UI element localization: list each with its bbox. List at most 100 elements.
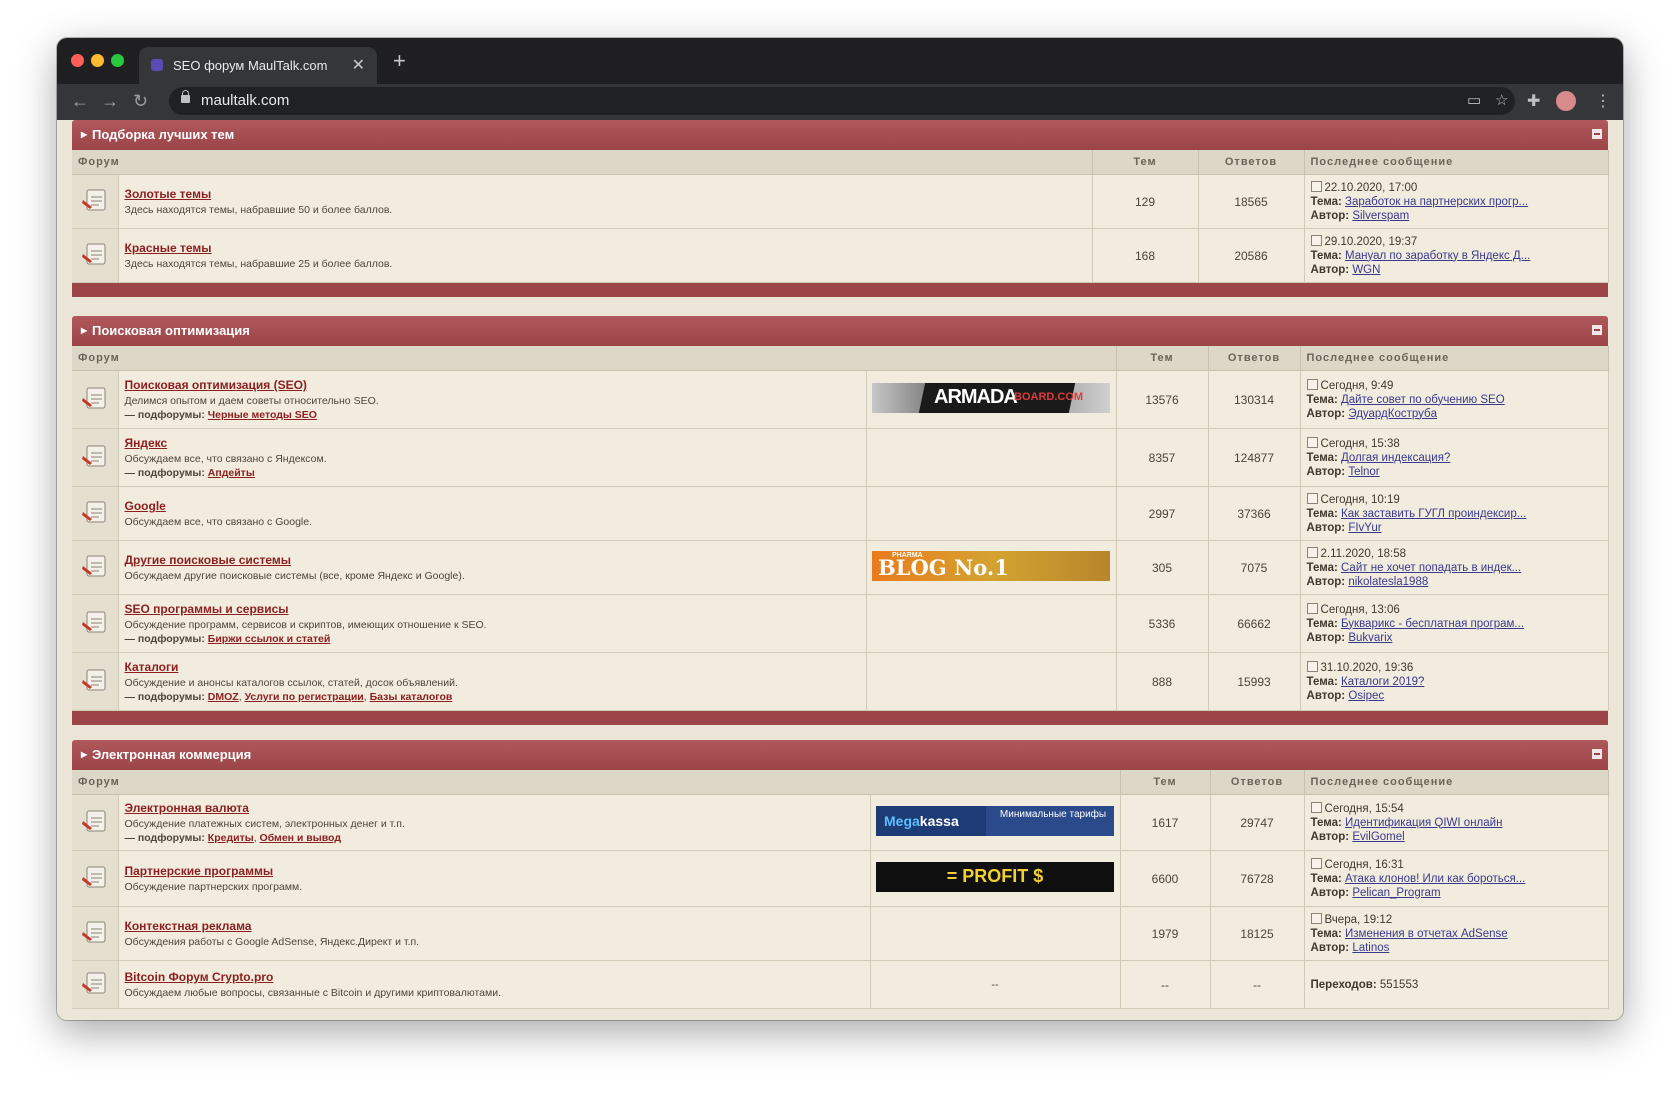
- last-topic-link[interactable]: Мануал по заработку в Яндекс Д...: [1345, 250, 1530, 262]
- subforum-link[interactable]: Биржи ссылок и статей: [208, 633, 331, 645]
- forum-read-icon: [80, 862, 110, 892]
- collapse-icon[interactable]: [1592, 325, 1602, 335]
- category-footer: [72, 283, 1608, 297]
- replies-count: 76728: [1210, 850, 1305, 907]
- subforum-link[interactable]: Обмен и вывод: [260, 832, 341, 844]
- last-author-link[interactable]: Silverspam: [1352, 210, 1409, 222]
- last-topic-link[interactable]: Как заставить ГУГЛ проиндексир...: [1341, 508, 1526, 520]
- bookmark-star-icon[interactable]: ☆: [1495, 87, 1508, 115]
- last-author-link[interactable]: Latinos: [1352, 942, 1389, 954]
- last-author-link[interactable]: Osipec: [1348, 690, 1384, 702]
- forum-link[interactable]: Электронная валюта: [125, 801, 864, 815]
- collapse-icon[interactable]: [1592, 129, 1602, 139]
- last-topic-link[interactable]: Каталоги 2019?: [1341, 676, 1424, 688]
- forum-link[interactable]: Золотые темы: [125, 187, 1086, 201]
- subforum-link[interactable]: Кредиты: [208, 832, 254, 844]
- last-author-link[interactable]: Telnor: [1348, 466, 1379, 478]
- forum-status-cell: [72, 850, 119, 907]
- forum-read-icon: [80, 665, 110, 695]
- pharma-blog-banner[interactable]: PHARMA BLOG No.1: [872, 551, 1110, 581]
- last-post-icon[interactable]: [1310, 180, 1322, 192]
- last-topic-link[interactable]: Заработок на партнерских прогр...: [1345, 196, 1528, 208]
- last-topic-link[interactable]: Долгая индексация?: [1341, 452, 1450, 464]
- category-header[interactable]: ▶ Поисковая оптимизация: [72, 316, 1608, 346]
- subforum-link[interactable]: Апдейты: [208, 467, 255, 479]
- last-author-link[interactable]: ЭдуардКострубa: [1348, 408, 1437, 420]
- author-label: Автор:: [1310, 941, 1350, 954]
- forum-link[interactable]: Bitcoin Форум Crypto.pro: [125, 970, 864, 984]
- last-author-link[interactable]: WGN: [1352, 264, 1380, 276]
- last-post-icon[interactable]: [1306, 436, 1318, 448]
- maximize-window-button[interactable]: [111, 54, 124, 67]
- forum-link[interactable]: Контекстная реклама: [125, 919, 864, 933]
- minimize-window-button[interactable]: [91, 54, 104, 67]
- category-header[interactable]: ▶ Электронная коммерция: [72, 740, 1608, 770]
- last-topic-link[interactable]: Букварикс - бесплатная програм...: [1341, 618, 1524, 630]
- forum-link[interactable]: Партнерские программы: [125, 864, 864, 878]
- close-window-button[interactable]: [71, 54, 84, 67]
- forum-link[interactable]: Поисковая оптимизация (SEO): [125, 378, 860, 392]
- address-bar[interactable]: maultalk.com ▭ ☆: [169, 87, 1515, 115]
- subforum-link[interactable]: Базы каталогов: [370, 691, 453, 703]
- forum-description: Обсуждение программ, сервисов и скриптов…: [124, 619, 487, 631]
- browser-tab[interactable]: SEO форум MaulTalk.com ✕: [139, 47, 377, 84]
- last-post-cell: Сегодня, 13:06 Тема: Букварикс - бесплатн…: [1300, 594, 1609, 653]
- cast-icon[interactable]: ▭: [1467, 87, 1481, 115]
- banner-cell: Megakassa Минимальные тарифы: [870, 794, 1121, 851]
- category-header[interactable]: ▶ Подборка лучших тем: [72, 120, 1608, 150]
- extensions-icon[interactable]: ✚: [1527, 91, 1540, 111]
- forum-link[interactable]: Красные темы: [125, 241, 1086, 255]
- last-post-icon[interactable]: [1306, 546, 1318, 558]
- topics-count: 13576: [1116, 370, 1209, 429]
- last-author-link[interactable]: FIvYur: [1348, 522, 1381, 534]
- last-post-icon[interactable]: [1306, 378, 1318, 390]
- last-post-icon[interactable]: [1310, 801, 1322, 813]
- forum-link[interactable]: SEO программы и сервисы: [125, 602, 860, 616]
- armada-banner[interactable]: ARMADA BOARD.COM: [872, 383, 1110, 413]
- last-topic-link[interactable]: Дайте совет по обучению SEO: [1341, 394, 1505, 406]
- last-author-link[interactable]: EvilGomel: [1352, 831, 1404, 843]
- topic-label: Тема:: [1306, 561, 1338, 574]
- forum-info-cell: Google Обсуждаем все, что связано с Googl…: [118, 486, 867, 541]
- last-post-icon[interactable]: [1310, 857, 1322, 869]
- subforum-link[interactable]: Черные методы SEO: [208, 409, 317, 421]
- subforum-link[interactable]: DMOZ: [208, 691, 239, 703]
- forum-info-cell: Золотые темы Здесь находятся темы, набрав…: [118, 174, 1093, 229]
- banner-cell: [866, 652, 1117, 711]
- last-post-icon[interactable]: [1310, 234, 1322, 246]
- last-author-link[interactable]: Bukvarix: [1348, 632, 1392, 644]
- forum-read-icon: [80, 441, 110, 471]
- topics-count: 1979: [1120, 906, 1211, 961]
- subforums: — подфорумы: Черные методы SEO: [124, 409, 317, 421]
- last-post-icon[interactable]: [1306, 492, 1318, 504]
- forum-link[interactable]: Другие поисковые системы: [125, 553, 860, 567]
- collapse-icon[interactable]: [1592, 749, 1602, 759]
- reload-icon[interactable]: ↻: [133, 91, 148, 111]
- last-topic-link[interactable]: Атака клонов! Или как бороться...: [1345, 873, 1525, 885]
- category-footer: [72, 711, 1608, 725]
- last-author-link[interactable]: Pelican_Program: [1352, 887, 1440, 899]
- forward-icon[interactable]: →: [101, 91, 119, 111]
- forum-link[interactable]: Google: [125, 499, 860, 513]
- last-post-icon[interactable]: [1306, 660, 1318, 672]
- new-tab-button[interactable]: +: [393, 48, 406, 74]
- topic-label: Тема:: [1310, 249, 1342, 262]
- close-tab-icon[interactable]: ✕: [352, 47, 365, 84]
- forum-link[interactable]: Каталоги: [125, 660, 860, 674]
- lock-icon: [181, 90, 190, 103]
- last-topic-link[interactable]: Сайт не хочет попадать в индек...: [1341, 562, 1521, 574]
- subforum-link[interactable]: Услуги по регистрации: [245, 691, 364, 703]
- forum-status-cell: [72, 906, 119, 961]
- last-post-icon[interactable]: [1310, 912, 1322, 924]
- last-topic-link[interactable]: Идентификация QIWI онлайн: [1345, 817, 1502, 829]
- last-topic-link[interactable]: Изменения в отчетах AdSense: [1345, 928, 1508, 940]
- profile-avatar[interactable]: [1556, 91, 1576, 111]
- profit-banner[interactable]: = PROFIT $: [876, 862, 1114, 892]
- forum-description: Здесь находятся темы, набравшие 50 и бол…: [124, 204, 393, 216]
- last-post-icon[interactable]: [1306, 602, 1318, 614]
- last-author-link[interactable]: nikolatesla1988: [1348, 576, 1428, 588]
- megakassa-banner[interactable]: Megakassa Минимальные тарифы: [876, 806, 1114, 836]
- back-icon[interactable]: ←: [71, 91, 89, 111]
- menu-icon[interactable]: ⋮: [1595, 91, 1611, 111]
- forum-link[interactable]: Яндекс: [125, 436, 860, 450]
